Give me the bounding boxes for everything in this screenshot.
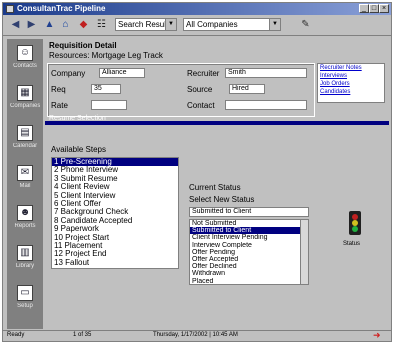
list-item[interactable]: Placed — [190, 278, 308, 284]
sidebar-item-label: Library — [15, 263, 35, 269]
building-icon: ▦ — [17, 85, 33, 101]
company-field[interactable]: Alliance — [99, 68, 145, 78]
contact-label: Contact — [187, 101, 215, 110]
exit-arrow-icon[interactable]: ➜ — [373, 330, 381, 341]
link-job-orders[interactable]: Job Orders — [318, 80, 384, 88]
company-label: Company — [51, 69, 86, 78]
source-field[interactable]: Hired — [229, 84, 265, 94]
chevron-down-icon[interactable]: ▼ — [165, 19, 176, 30]
sidebar-item-label: Contacts — [13, 63, 37, 69]
list-item[interactable]: 2 Phone Interview — [52, 166, 178, 174]
traffic-light-icon — [349, 211, 361, 235]
link-candidates[interactable]: Candidates — [318, 88, 384, 96]
current-status-label: Current Status — [189, 183, 241, 192]
steps-list-label: Available Steps — [51, 145, 106, 154]
binoculars-icon[interactable]: ☷ — [95, 18, 108, 31]
minimize-button[interactable]: _ — [359, 4, 369, 13]
traffic-light-button[interactable] — [343, 209, 367, 241]
sidebar-item-mail[interactable]: ✉ Mail — [10, 163, 40, 199]
title-bar: ConsultanTrac Pipeline _ □ × — [3, 3, 391, 15]
source-label: Source — [187, 85, 213, 94]
status-listbox[interactable]: Not Submitted Submitted to Client Client… — [189, 219, 309, 285]
search-type-combo[interactable]: Search Results ▼ — [115, 18, 177, 31]
list-item[interactable]: 10 Project Start — [52, 234, 178, 242]
sidebar-item-label: Mail — [19, 183, 31, 189]
status-bar: Ready 1 of 35 Thursday, 1/17/2002 | 10:4… — [3, 330, 391, 341]
status-date: Thursday, 1/17/2002 | 10:45 AM — [153, 332, 238, 338]
list-item[interactable]: 9 Paperwork — [52, 225, 178, 233]
sidebar-item-companies[interactable]: ▦ Companies — [10, 83, 40, 119]
details-subheading: Resources: Mortgage Leg Track — [49, 51, 163, 60]
list-item[interactable]: Offer Pending — [190, 249, 308, 256]
list-item[interactable]: Offer Declined — [190, 263, 308, 270]
sidebar-item-contacts[interactable]: ☺ Contacts — [10, 43, 40, 79]
forward-arrow-icon[interactable]: ▶ — [25, 18, 38, 31]
list-item[interactable]: 11 Placement — [52, 242, 178, 250]
toolbar: ◀ ▶ ▲ ⌂ ◆ ☷ Search Results ▼ All Compani… — [3, 15, 391, 36]
sidebar-item-label: Calendar — [12, 143, 38, 149]
back-arrow-icon[interactable]: ◀ — [9, 18, 22, 31]
related-links-box: Recruiter Notes Interviews Job Orders Ca… — [317, 63, 385, 103]
req-label: Req — [51, 85, 66, 94]
list-item[interactable]: 3 Submit Resume — [52, 175, 178, 183]
list-item[interactable]: Interview Complete — [190, 242, 308, 249]
section-title: Resume Selection — [49, 115, 106, 122]
contact-card-icon: ☺ — [17, 45, 33, 61]
list-item[interactable]: 8 Candidate Accepted — [52, 217, 178, 225]
company-filter-combo[interactable]: All Companies ▼ — [183, 18, 281, 31]
list-item[interactable]: 1 Pre-Screening — [52, 158, 178, 167]
list-item[interactable]: 13 Fallout — [52, 259, 178, 267]
stop-icon[interactable]: ◆ — [77, 18, 90, 31]
people-icon: ☻ — [17, 205, 33, 221]
sidebar-item-setup[interactable]: ▭ Setup — [10, 283, 40, 319]
app-window: ConsultanTrac Pipeline _ □ × ◀ ▶ ▲ ⌂ ◆ ☷… — [2, 2, 392, 342]
status-select[interactable]: Submitted to Client — [189, 207, 309, 217]
contact-field[interactable] — [225, 100, 307, 110]
pencil-icon[interactable]: ✎ — [299, 18, 312, 31]
rate-label: Rate — [51, 101, 68, 110]
sidebar-item-label: Setup — [17, 303, 33, 309]
link-interviews[interactable]: Interviews — [318, 72, 384, 80]
window-title: ConsultanTrac Pipeline — [17, 4, 106, 13]
list-item[interactable]: Offer Accepted — [190, 256, 308, 263]
list-item[interactable]: Submitted to Client — [190, 227, 308, 235]
list-item[interactable]: 6 Client Offer — [52, 200, 178, 208]
new-status-label: Select New Status — [189, 195, 255, 204]
list-item[interactable]: 4 Client Review — [52, 183, 178, 191]
home-icon[interactable]: ⌂ — [59, 18, 72, 31]
steps-listbox[interactable]: 1 Pre-Screening 2 Phone Interview 3 Subm… — [51, 157, 179, 269]
list-item[interactable]: 7 Background Check — [52, 208, 178, 216]
list-item[interactable]: Client Interview Pending — [190, 234, 308, 241]
recruiter-label: Recruiter — [187, 69, 220, 78]
rate-field[interactable] — [91, 100, 127, 110]
sidebar-item-label: Reports — [14, 223, 36, 229]
status-text: Ready — [7, 332, 25, 338]
sidebar-item-reports[interactable]: ☻ Reports — [10, 203, 40, 239]
sidebar-item-calendar[interactable]: ▤ Calendar — [10, 123, 40, 159]
app-icon — [6, 5, 14, 13]
envelope-icon: ✉ — [17, 165, 33, 181]
recruiter-field[interactable]: Smith — [225, 68, 307, 78]
sidebar-item-library[interactable]: ▥ Library — [10, 243, 40, 279]
traffic-light-label: Status — [343, 241, 361, 247]
sidebar-item-label: Companies — [10, 103, 40, 109]
close-button[interactable]: × — [379, 4, 389, 13]
monitor-icon: ▭ — [17, 285, 33, 301]
link-recruiter-notes[interactable]: Recruiter Notes — [318, 64, 384, 72]
maximize-button[interactable]: □ — [369, 4, 379, 13]
list-item[interactable]: Withdrawn — [190, 270, 308, 277]
req-field[interactable]: 35 — [91, 84, 121, 94]
up-arrow-icon[interactable]: ▲ — [43, 18, 56, 31]
status-list-scrollbar[interactable] — [300, 220, 308, 284]
record-counter: 1 of 35 — [73, 332, 92, 338]
chevron-down-icon[interactable]: ▼ — [269, 19, 280, 30]
sidebar: ☺ Contacts ▦ Companies ▤ Calendar ✉ Mail… — [7, 39, 43, 329]
calendar-icon: ▤ — [17, 125, 33, 141]
list-item[interactable]: Not Submitted — [190, 220, 308, 227]
company-filter-value: All Companies — [186, 20, 238, 29]
list-item[interactable]: 12 Project End — [52, 250, 178, 258]
list-item[interactable]: 5 Client Interview — [52, 192, 178, 200]
book-icon: ▥ — [17, 245, 33, 261]
details-heading: Requisition Detail — [49, 41, 117, 50]
